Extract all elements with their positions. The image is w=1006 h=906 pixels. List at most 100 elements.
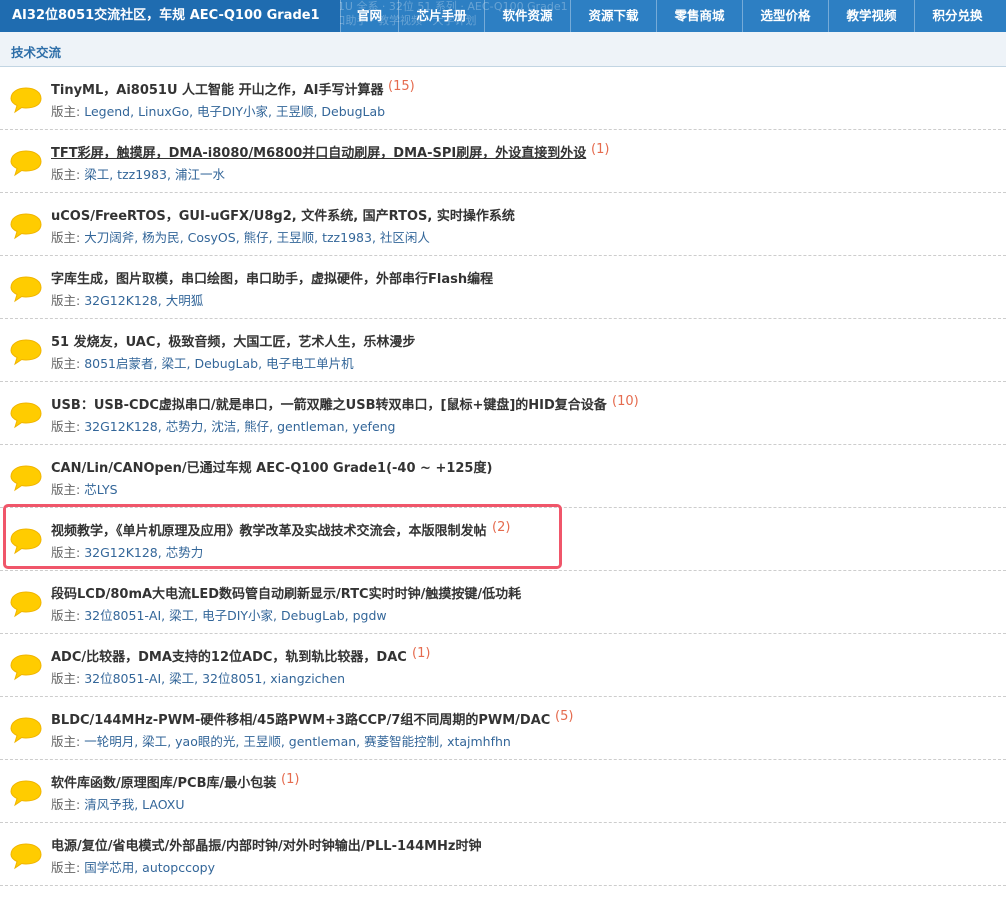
moderator-link[interactable]: 32G12K128 <box>84 293 158 308</box>
moderator-separator: , <box>280 734 289 749</box>
forum-row: TFT彩屏，触摸屏，DMA-i8080/M6800并口自动刷屏，DMA-SPI刷… <box>0 130 1006 193</box>
forum-row: 51 发烧友，UAC，极致音频，大国工匠，艺术人生，乐林漫步 版主: 8051启蒙… <box>0 319 1006 382</box>
moderator-link[interactable]: 8051启蒙者 <box>84 356 153 371</box>
moderator-link[interactable]: 梁工 <box>169 671 194 686</box>
moderators-label: 版主: <box>51 671 81 686</box>
moderator-link[interactable]: DebugLab <box>194 356 258 371</box>
moderator-link[interactable]: autopccopy <box>142 860 215 875</box>
moderator-link[interactable]: 大刀阔斧 <box>84 230 134 245</box>
moderator-link[interactable]: 浦江一水 <box>175 167 225 182</box>
moderator-separator: , <box>157 419 166 434</box>
moderator-link[interactable]: 梁工 <box>142 734 167 749</box>
moderator-link[interactable]: LAOXU <box>142 797 184 812</box>
forum-row: 字库生成，图片取模，串口绘图，串口助手，虚拟硬件，外部串行Flash编程 版主: … <box>0 256 1006 319</box>
moderator-separator: , <box>268 104 276 119</box>
forum-row: ADC/比较器，DMA支持的12位ADC，轨到轨比较器，DAC (1) 版主: 32… <box>0 634 1006 697</box>
speech-bubble-icon <box>10 843 42 870</box>
speech-bubble-icon <box>10 87 42 114</box>
forum-title-link[interactable]: uCOS/FreeRTOS，GUI-uGFX/U8g2, 文件系统, 国产RTO… <box>51 205 515 224</box>
moderator-link[interactable]: 王昱顺 <box>243 734 281 749</box>
forum-row: TinyML，Ai8051U 人工智能 开山之作，AI手写计算器 (15) 版主: … <box>0 67 1006 130</box>
nav-item[interactable]: 资源下载 <box>570 0 656 32</box>
nav-item[interactable]: 积分兑换 <box>914 0 1000 32</box>
moderator-link[interactable]: 王昱顺 <box>276 104 314 119</box>
moderator-link[interactable]: 大明狐 <box>166 293 204 308</box>
forum-moderators: 版主: 32G12K128, 大明狐 <box>51 290 203 309</box>
moderator-link[interactable]: 32位8051-AI <box>84 608 161 623</box>
moderator-link[interactable]: 芯势力 <box>166 545 204 560</box>
moderator-link[interactable]: 32位8051 <box>202 671 262 686</box>
speech-bubble-icon <box>10 717 42 744</box>
moderator-link[interactable]: 电子DIY小家 <box>202 608 273 623</box>
moderator-link[interactable]: 社区闲人 <box>380 230 430 245</box>
moderators-label: 版主: <box>51 167 81 182</box>
moderator-link[interactable]: 梁工 <box>84 167 109 182</box>
moderator-link[interactable]: 梁工 <box>169 608 194 623</box>
moderator-link[interactable]: 32位8051-AI <box>84 671 161 686</box>
forum-title-link[interactable]: 51 发烧友，UAC，极致音频，大国工匠，艺术人生，乐林漫步 <box>51 331 415 350</box>
moderator-link[interactable]: 国学芯用 <box>84 860 134 875</box>
moderator-link[interactable]: tzz1983 <box>322 230 372 245</box>
moderator-link[interactable]: 王昱顺 <box>277 230 315 245</box>
moderator-link[interactable]: 芯势力 <box>166 419 204 434</box>
forum-title-link[interactable]: ADC/比较器，DMA支持的12位ADC，轨到轨比较器，DAC <box>51 646 407 665</box>
nav-item[interactable]: 教学视频 <box>828 0 914 32</box>
moderator-link[interactable]: 一轮明月 <box>84 734 134 749</box>
moderator-link[interactable]: yefeng <box>352 419 395 434</box>
moderator-link[interactable]: 赛菱智能控制 <box>364 734 439 749</box>
nav-item[interactable]: 选型价格 <box>742 0 828 32</box>
moderator-link[interactable]: 梁工 <box>161 356 186 371</box>
moderator-separator: , <box>109 167 118 182</box>
moderator-link[interactable]: 电子电工单片机 <box>266 356 354 371</box>
forum-title-link[interactable]: BLDC/144MHz-PWM-硬件移相/45路PWM+3路CCP/7组不同周期… <box>51 709 550 728</box>
forum-title-link[interactable]: USB：USB-CDC虚拟串口/就是串口，一箭双雕之USB转双串口，[鼠标+键盘… <box>51 394 607 413</box>
forum-new-count: (1) <box>591 142 610 157</box>
section-title[interactable]: 技术交流 <box>11 42 61 61</box>
forum-title-link[interactable]: 视频教学，《单片机原理及应用》教学改革及实战技术交流会，本版限制发帖 <box>51 520 487 539</box>
forum-row: USB：USB-CDC虚拟串口/就是串口，一箭双雕之USB转双串口，[鼠标+键盘… <box>0 382 1006 445</box>
forum-moderators: 版主: 32位8051-AI, 梁工, 电子DIY小家, DebugLab, p… <box>51 605 387 624</box>
forum-title-link[interactable]: 软件库函数/原理图库/PCB库/最小包装 <box>51 772 276 791</box>
moderator-link[interactable]: gentleman <box>277 419 344 434</box>
moderator-link[interactable]: gentleman <box>289 734 356 749</box>
moderator-link[interactable]: xiangzichen <box>270 671 345 686</box>
forum-title-link[interactable]: 电源/复位/省电模式/外部晶振/内部时钟/对外时钟输出/PLL-144MHz时钟 <box>51 835 482 854</box>
moderator-link[interactable]: 熊仔 <box>244 230 269 245</box>
nav-item[interactable]: 芯片手册 <box>398 0 484 32</box>
moderator-link[interactable]: pgdw <box>353 608 387 623</box>
moderators-label: 版主: <box>51 860 81 875</box>
moderator-link[interactable]: Legend <box>84 104 130 119</box>
forum-row: 软件库函数/原理图库/PCB库/最小包装 (1) 版主: 清风予我, LAOXU <box>0 760 1006 823</box>
moderator-link[interactable]: DebugLab <box>321 104 385 119</box>
forum-title-link[interactable]: 字库生成，图片取模，串口绘图，串口助手，虚拟硬件，外部串行Flash编程 <box>51 268 493 287</box>
forum-list: TinyML，Ai8051U 人工智能 开山之作，AI手写计算器 (15) 版主: … <box>0 67 1006 886</box>
forum-title-link[interactable]: TFT彩屏，触摸屏，DMA-i8080/M6800并口自动刷屏，DMA-SPI刷… <box>51 142 586 161</box>
moderator-link[interactable]: 芯LYS <box>84 482 117 497</box>
moderator-separator: , <box>273 608 281 623</box>
moderator-separator: , <box>269 419 278 434</box>
forum-title-link[interactable]: CAN/Lin/CANOpen/已通过车规 AEC-Q100 Grade1(-4… <box>51 457 492 476</box>
moderator-link[interactable]: 电子DIY小家 <box>197 104 268 119</box>
forum-title-link[interactable]: TinyML，Ai8051U 人工智能 开山之作，AI手写计算器 <box>51 79 383 98</box>
moderator-link[interactable]: 清风予我 <box>84 797 134 812</box>
moderator-link[interactable]: LinuxGo <box>138 104 189 119</box>
nav-menu: 官网 芯片手册 软件资源 资源下载 零售商城 选型价格 教学视频 积分兑换 <box>340 0 1000 32</box>
moderator-link[interactable]: 32G12K128 <box>84 545 158 560</box>
moderators-label: 版主: <box>51 545 81 560</box>
moderator-link[interactable]: 沈洁 <box>211 419 236 434</box>
moderator-link[interactable]: 熊仔 <box>244 419 269 434</box>
forum-title-link[interactable]: 段码LCD/80mA大电流LED数码管自动刷新显示/RTC实时时钟/触摸按键/低… <box>51 583 521 602</box>
moderator-link[interactable]: 32G12K128 <box>84 419 158 434</box>
site-brand[interactable]: AI32位8051交流社区，车规 AEC-Q100 Grade1 <box>0 0 340 32</box>
nav-item[interactable]: 零售商城 <box>656 0 742 32</box>
moderator-link[interactable]: yao眼的光 <box>175 734 235 749</box>
forum-moderators: 版主: 32G12K128, 芯势力, 沈洁, 熊仔, gentleman, y… <box>51 416 396 435</box>
nav-item[interactable]: 官网 <box>340 0 398 32</box>
moderator-link[interactable]: 杨为民 <box>142 230 180 245</box>
moderator-link[interactable]: CosyOS <box>188 230 236 245</box>
nav-item[interactable]: 软件资源 <box>484 0 570 32</box>
moderator-link[interactable]: tzz1983 <box>117 167 167 182</box>
moderator-link[interactable]: DebugLab <box>281 608 345 623</box>
moderators-label: 版主: <box>51 734 81 749</box>
moderator-link[interactable]: xtajmhfhn <box>447 734 511 749</box>
